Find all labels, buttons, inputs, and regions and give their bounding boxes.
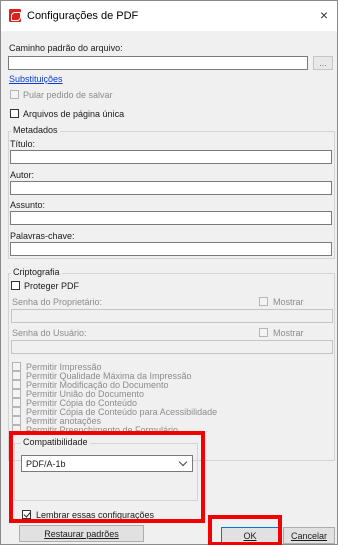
browse-button[interactable]: ... [313, 56, 333, 70]
permission-checkbox[interactable] [12, 416, 21, 425]
single-page-files-label: Arquivos de página única [23, 109, 125, 119]
pdf-settings-dialog: Configurações de PDF × Caminho padrão do… [0, 0, 338, 545]
highlight-box-compatibility [9, 431, 205, 510]
window-title: Configurações de PDF [27, 10, 139, 22]
permission-checkbox[interactable] [12, 371, 21, 380]
owner-password-label: Senha do Proprietário: [12, 297, 103, 307]
permission-checkbox[interactable] [12, 407, 21, 416]
permission-checkbox[interactable] [12, 389, 21, 398]
show-owner-password-label: Mostrar [273, 297, 304, 307]
cancel-label: Cancelar [290, 531, 328, 541]
acrobat-pdf-icon [9, 9, 21, 22]
keywords-field[interactable] [10, 242, 332, 256]
author-field[interactable] [10, 181, 332, 195]
default-path-input[interactable] [8, 56, 308, 70]
replacements-link[interactable]: Substituições [9, 74, 63, 84]
default-path-label: Caminho padrão do arquivo: [9, 43, 123, 53]
title-field-label: Título: [10, 139, 36, 149]
permission-checkbox[interactable] [12, 362, 21, 371]
show-user-password-label: Mostrar [273, 328, 304, 338]
title-field[interactable] [10, 150, 332, 164]
owner-password-input[interactable] [11, 309, 333, 323]
title-bar: Configurações de PDF × [1, 1, 337, 31]
skip-save-prompt-label: Pular pedido de salvar [23, 90, 113, 100]
protect-pdf-label: Proteger PDF [24, 281, 80, 291]
subject-field[interactable] [10, 211, 332, 225]
encryption-group-title: Criptografia [11, 267, 62, 277]
author-field-label: Autor: [10, 170, 35, 180]
keywords-field-label: Palavras-chave: [10, 231, 75, 241]
restore-defaults-button[interactable]: Restaurar padrões [19, 525, 144, 542]
restore-defaults-label: Restaurar padrões [44, 529, 119, 539]
show-owner-password-checkbox[interactable] [259, 297, 268, 306]
highlight-box-ok [208, 515, 282, 545]
protect-pdf-checkbox[interactable] [11, 281, 20, 290]
close-button[interactable]: × [315, 7, 333, 25]
metadata-group-title: Metadados [11, 125, 60, 135]
cancel-button[interactable]: Cancelar [283, 527, 335, 544]
permission-checkbox[interactable] [12, 398, 21, 407]
user-password-label: Senha do Usuário: [12, 328, 87, 338]
subject-field-label: Assunto: [10, 200, 46, 210]
permission-checkbox[interactable] [12, 380, 21, 389]
single-page-files-checkbox[interactable] [10, 109, 19, 118]
show-user-password-checkbox[interactable] [259, 328, 268, 337]
user-password-input[interactable] [11, 340, 333, 354]
skip-save-prompt-checkbox[interactable] [10, 90, 19, 99]
highlight-box-remember [9, 506, 205, 523]
